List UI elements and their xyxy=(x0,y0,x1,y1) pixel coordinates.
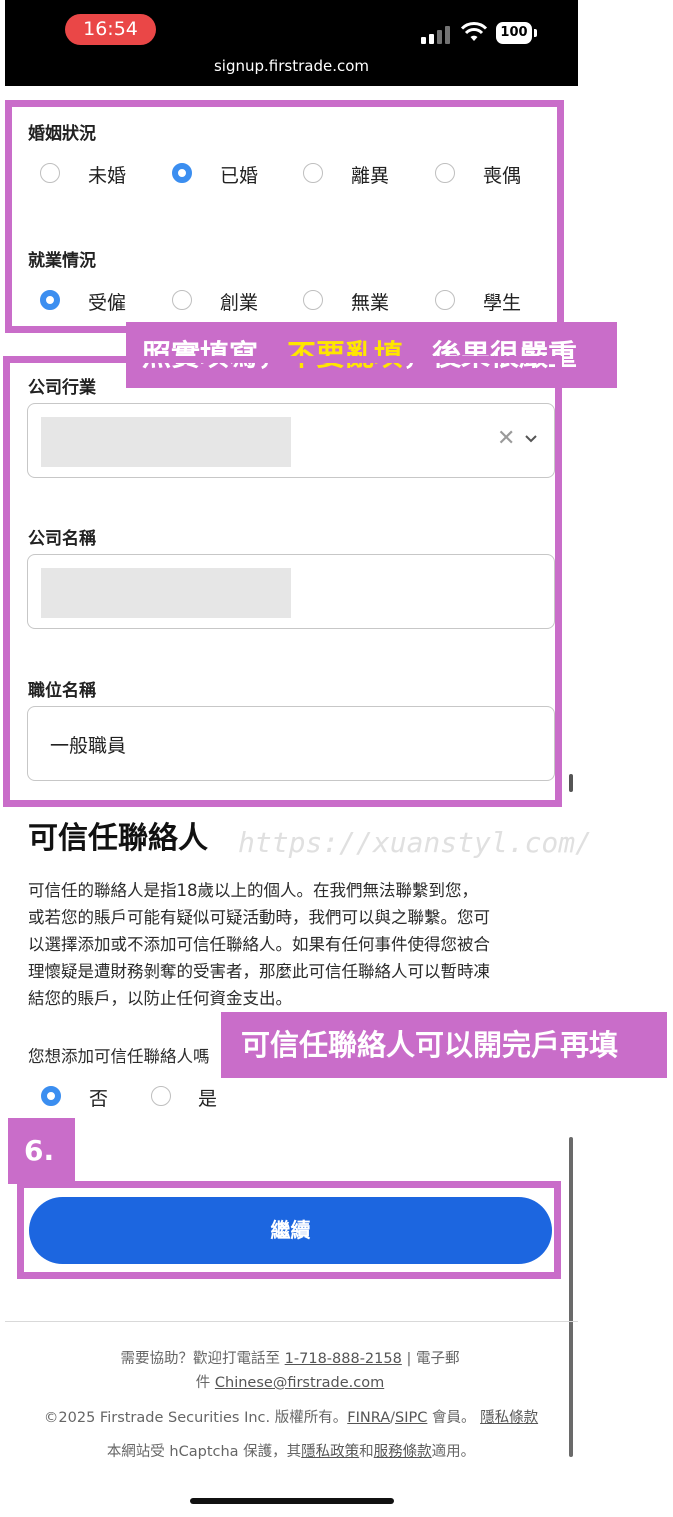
marital-label: 婚姻狀況 xyxy=(28,124,96,144)
chevron-down-icon[interactable] xyxy=(524,434,538,444)
employment-option-label[interactable]: 無業 xyxy=(351,288,389,315)
marital-option-label[interactable]: 未婚 xyxy=(88,161,126,188)
trusted-heading: 可信任聯絡人 xyxy=(28,821,208,856)
privacy-link[interactable]: 隱私條款 xyxy=(480,1410,538,1426)
marital-radio[interactable] xyxy=(435,163,455,183)
job-title-input[interactable]: 一般職員 xyxy=(27,706,555,781)
trusted-line: 結您的賬戶，以防止任何資金支出。 xyxy=(28,989,292,1008)
scrollbar-thumb[interactable] xyxy=(569,774,573,792)
copyright: ©2025 Firstrade Securities Inc. 版權所有。 xyxy=(43,1410,348,1426)
captcha-text: 本網站受 hCaptcha 保護，其 xyxy=(106,1444,302,1460)
trusted-line: 理懷疑是遭財務剝奪的受害者，那麼此可信任聯絡人可以暫時凍 xyxy=(28,962,490,981)
email-prefix-2: 件 xyxy=(195,1375,211,1391)
help-text: 需要協助？歡迎打電話至 1-718-888-2158 | 電子郵 件 Chine… xyxy=(60,1347,520,1395)
step-label: 6. xyxy=(8,1118,75,1184)
terms-link[interactable]: 服務條款 xyxy=(374,1444,432,1460)
status-time: 16:54 xyxy=(65,14,156,45)
trusted-no-label[interactable]: 否 xyxy=(89,1084,108,1111)
industry-label: 公司行業 xyxy=(28,378,96,398)
wifi-icon xyxy=(460,22,488,41)
employment-radio[interactable] xyxy=(303,290,323,310)
trusted-line: 可信任的聯絡人是指18歲以上的個人。在我們無法聯繫到您， xyxy=(28,881,478,900)
applies-text: 適用。 xyxy=(431,1444,476,1460)
marital-radio[interactable] xyxy=(40,163,60,183)
trusted-yes-label[interactable]: 是 xyxy=(198,1084,217,1111)
employment-option-label[interactable]: 創業 xyxy=(220,288,258,315)
marital-radio[interactable] xyxy=(303,163,323,183)
marital-radio[interactable] xyxy=(172,163,192,183)
continue-button[interactable]: 繼續 xyxy=(29,1197,552,1264)
status-bar: 16:54 100 signup.firstrade.com xyxy=(5,0,578,86)
employment-label: 就業情況 xyxy=(28,251,96,271)
watermark: https://xuanstyl.com/ xyxy=(238,826,593,859)
trusted-line: 以選擇添加或不添加可信任聯絡人。如果有任何事件使得您被合 xyxy=(28,935,490,954)
marital-option-label[interactable]: 離異 xyxy=(351,161,389,188)
battery-icon: 100 xyxy=(496,22,532,44)
email-link[interactable]: Chinese@firstrade.com xyxy=(215,1375,384,1391)
employment-option-label[interactable]: 受僱 xyxy=(88,288,126,315)
marital-option-label[interactable]: 喪偶 xyxy=(483,161,521,188)
employment-radio[interactable] xyxy=(172,290,192,310)
employment-option-label[interactable]: 學生 xyxy=(483,288,521,315)
member-text: 會員。 xyxy=(431,1410,476,1426)
employment-radio[interactable] xyxy=(40,290,60,310)
marital-option-label[interactable]: 已婚 xyxy=(220,161,258,188)
trusted-no-radio[interactable] xyxy=(41,1086,61,1106)
finra-link[interactable]: FINRA xyxy=(347,1410,390,1426)
home-indicator[interactable] xyxy=(190,1498,394,1504)
privacy-policy-link[interactable]: 隱私政策 xyxy=(301,1444,359,1460)
redacted-value xyxy=(41,417,291,467)
trusted-yes-radio[interactable] xyxy=(151,1086,171,1106)
email-prefix: 電子郵 xyxy=(415,1351,460,1367)
trusted-description: 可信任的聯絡人是指18歲以上的個人。在我們無法聯繫到您， 或若您的賬戶可能有疑似… xyxy=(28,877,568,1012)
footer-divider xyxy=(5,1321,578,1322)
trusted-question: 您想添加可信任聯絡人嗎 xyxy=(28,1047,210,1066)
copyright-line: ©2025 Firstrade Securities Inc. 版權所有。FIN… xyxy=(0,1406,582,1427)
employment-radio[interactable] xyxy=(435,290,455,310)
battery-tip xyxy=(534,29,537,37)
url-bar[interactable]: signup.firstrade.com xyxy=(5,57,578,75)
company-name-input[interactable] xyxy=(27,554,555,629)
phone-link[interactable]: 1-718-888-2158 xyxy=(285,1351,402,1367)
sipc-link[interactable]: SIPC xyxy=(395,1410,427,1426)
and-text: 和 xyxy=(359,1444,374,1460)
footer-separator: | xyxy=(406,1351,412,1367)
job-title-value: 一般職員 xyxy=(50,735,127,757)
trusted-line: 或若您的賬戶可能有疑似可疑活動時，我們可以與之聯繫。您可 xyxy=(28,908,490,927)
help-prefix: 需要協助？歡迎打電話至 xyxy=(120,1351,281,1367)
redacted-value xyxy=(41,568,291,618)
annotation-banner-later: 可信任聯絡人可以開完戶再填 xyxy=(221,1012,667,1078)
clear-icon[interactable]: ✕ xyxy=(497,426,515,451)
industry-select[interactable]: ✕ xyxy=(27,403,555,478)
job-title-label: 職位名稱 xyxy=(28,681,96,701)
captcha-line: 本網站受 hCaptcha 保護，其隱私政策和服務條款適用。 xyxy=(0,1440,582,1461)
signal-icon xyxy=(421,24,451,44)
company-name-label: 公司名稱 xyxy=(28,529,96,549)
